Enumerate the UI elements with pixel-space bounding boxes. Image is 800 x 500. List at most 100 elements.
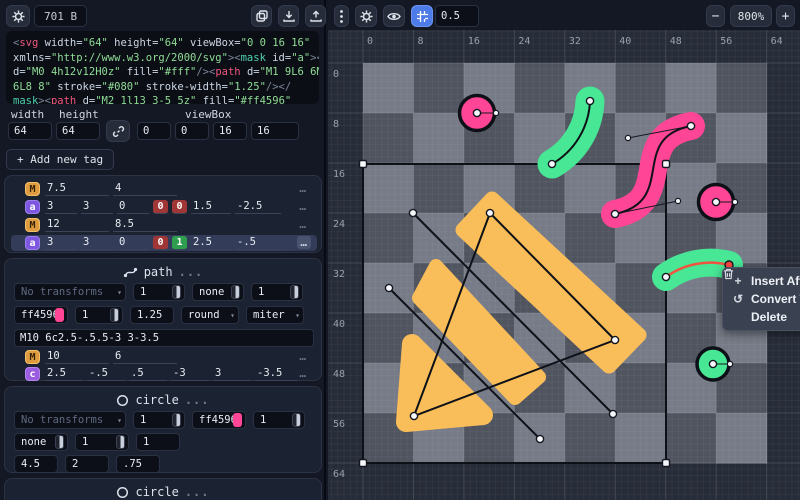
command-arg-input[interactable]: 8.5: [113, 218, 177, 232]
mini-toggle[interactable]: [172, 413, 181, 427]
settings-button[interactable]: [6, 5, 30, 27]
command-arg-input[interactable]: 7.5: [45, 182, 109, 196]
corner-handle[interactable]: [663, 161, 670, 168]
command-arg-input[interactable]: 10: [45, 350, 109, 364]
canvas-settings-button[interactable]: [355, 5, 377, 27]
path-d-input[interactable]: M10 6c2.5-.5.5-3 3-3.5: [14, 329, 314, 347]
corner-handle[interactable]: [663, 460, 670, 467]
command-flag-toggle[interactable]: 0: [172, 200, 187, 214]
value-field[interactable]: none: [14, 433, 68, 451]
point-handle[interactable]: [586, 97, 593, 104]
svg-code-editor[interactable]: <svg width="64" height="64" viewBox="0 0…: [6, 31, 319, 104]
point-handle[interactable]: [687, 122, 694, 129]
command-badge[interactable]: a: [25, 236, 40, 250]
command-arg-input[interactable]: 3: [81, 200, 113, 214]
value-field[interactable]: .75: [116, 455, 160, 473]
path-panel-header[interactable]: path ...: [5, 262, 321, 282]
point-handle[interactable]: [662, 273, 669, 280]
mini-toggle[interactable]: [290, 285, 299, 299]
control-point-handle[interactable]: [493, 110, 498, 115]
command-arg-input[interactable]: -3.5: [255, 367, 297, 381]
mini-toggle[interactable]: [116, 435, 125, 449]
height-input[interactable]: 64: [56, 122, 100, 140]
command-arg-input[interactable]: 0: [117, 200, 149, 214]
command-row-a[interactable]: a330001.5-2.5…: [11, 199, 317, 215]
point-handle[interactable]: [611, 336, 618, 343]
command-arg-input[interactable]: 0: [117, 236, 149, 250]
command-arg-input[interactable]: 4: [113, 182, 177, 196]
control-point-handle[interactable]: [675, 198, 680, 203]
point-handle[interactable]: [410, 412, 417, 419]
command-flag-toggle[interactable]: 1: [172, 236, 187, 250]
color-swatch[interactable]: [55, 308, 64, 322]
point-handle[interactable]: [712, 198, 719, 205]
point-handle[interactable]: [611, 210, 618, 217]
value-field[interactable]: 1: [133, 411, 185, 429]
circle-panel-menu[interactable]: ...: [185, 393, 210, 407]
command-arg-input[interactable]: -.5: [87, 367, 125, 381]
point-handle[interactable]: [536, 435, 543, 442]
point-handle[interactable]: [609, 410, 616, 417]
command-arg-input[interactable]: 3: [213, 367, 251, 381]
point-handle[interactable]: [473, 109, 480, 116]
command-flag-toggle[interactable]: 0: [153, 236, 168, 250]
visibility-button[interactable]: [383, 5, 405, 27]
command-arg-input[interactable]: 1.5: [191, 200, 231, 214]
copy-button[interactable]: [251, 5, 272, 27]
canvas-menu-button[interactable]: [334, 5, 349, 27]
corner-handle[interactable]: [360, 161, 367, 168]
value-field[interactable]: 1: [136, 433, 180, 451]
viewbox-w-input[interactable]: 16: [213, 122, 247, 140]
menu-item-delete[interactable]: Delete: [723, 308, 800, 326]
width-input[interactable]: 64: [8, 122, 52, 140]
control-point-handle[interactable]: [727, 361, 732, 366]
download-button[interactable]: [278, 5, 299, 27]
command-row-a[interactable]: a330012.5-.5…: [11, 235, 317, 251]
value-field[interactable]: 1.25: [130, 306, 174, 324]
command-flag-toggle[interactable]: 0: [153, 200, 168, 214]
value-field[interactable]: 1: [133, 283, 185, 301]
command-arg-input[interactable]: 2.5: [191, 236, 231, 250]
value-field[interactable]: none: [192, 283, 244, 301]
value-field[interactable]: 2: [65, 455, 109, 473]
viewbox-x-input[interactable]: 0: [137, 122, 171, 140]
point-handle[interactable]: [709, 360, 716, 367]
menu-item-insert-after[interactable]: +Insert After: [723, 272, 800, 290]
control-point-handle[interactable]: [625, 135, 630, 140]
command-arg-input[interactable]: -2.5: [235, 200, 281, 214]
command-arg-input[interactable]: 6: [113, 350, 177, 364]
select-field[interactable]: No transforms▾: [14, 283, 126, 301]
select-field[interactable]: No transforms▾: [14, 411, 126, 429]
link-dimensions-button[interactable]: [106, 120, 130, 142]
canvas-viewport[interactable]: 00881616242432324040484856566464: [328, 30, 800, 500]
upload-button[interactable]: [305, 5, 326, 27]
mini-toggle[interactable]: [292, 413, 301, 427]
circle-panel-header[interactable]: circle ...: [5, 390, 321, 410]
point-handle[interactable]: [409, 209, 416, 216]
mini-toggle[interactable]: [110, 308, 119, 322]
row-menu-button[interactable]: …: [299, 350, 307, 363]
command-arg-input[interactable]: .5: [129, 367, 167, 381]
snap-value-input[interactable]: 0.5: [435, 5, 479, 27]
command-badge[interactable]: M: [25, 182, 40, 196]
color-field[interactable]: ff4596: [14, 306, 68, 324]
zoom-out-button[interactable]: −: [706, 5, 725, 27]
value-field[interactable]: 4.5: [14, 455, 58, 473]
point-handle[interactable]: [486, 209, 493, 216]
zoom-in-button[interactable]: +: [776, 5, 795, 27]
row-menu-button[interactable]: …: [299, 182, 307, 195]
value-field[interactable]: 1: [251, 283, 303, 301]
row-menu-button[interactable]: …: [297, 236, 311, 249]
select-field[interactable]: miter▾: [246, 306, 304, 324]
command-badge[interactable]: c: [25, 367, 40, 381]
command-row-M[interactable]: M128.5…: [11, 217, 317, 233]
control-point-handle[interactable]: [732, 199, 737, 204]
command-arg-input[interactable]: 3: [81, 236, 113, 250]
row-menu-button[interactable]: …: [299, 200, 307, 213]
menu-item-convert-to[interactable]: ↺Convert To: [723, 290, 800, 308]
add-new-tag-button[interactable]: + Add new tag: [6, 149, 114, 170]
command-row-M[interactable]: M 7.5 4 …: [11, 181, 317, 197]
snap-grid-button[interactable]: [411, 5, 433, 27]
value-field[interactable]: 1: [253, 411, 305, 429]
command-arg-input[interactable]: 12: [45, 218, 109, 232]
